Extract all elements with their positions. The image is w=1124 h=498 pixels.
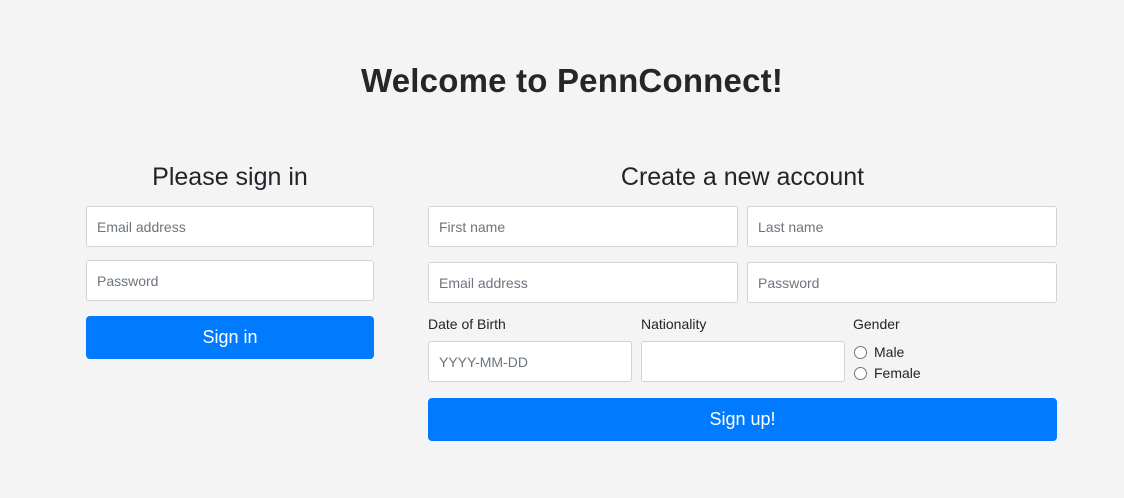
- female-radio[interactable]: [854, 366, 867, 380]
- gender-option-female[interactable]: Female: [854, 365, 921, 381]
- dob-label: Date of Birth: [428, 316, 506, 332]
- signin-heading: Please sign in: [152, 163, 308, 191]
- gender-label: Gender: [853, 316, 900, 332]
- signin-email-input[interactable]: [86, 206, 374, 247]
- signup-password-input[interactable]: [747, 262, 1057, 303]
- page-title: Welcome to PennConnect!: [360, 62, 784, 99]
- signin-password-input[interactable]: [86, 260, 374, 301]
- first-name-input[interactable]: [428, 206, 738, 247]
- page: Welcome to PennConnect! Please sign in S…: [0, 0, 1124, 498]
- last-name-input[interactable]: [747, 206, 1057, 247]
- signin-button[interactable]: Sign in: [86, 316, 374, 359]
- dob-input[interactable]: [428, 341, 632, 382]
- female-radio-label: Female: [874, 365, 921, 381]
- signup-heading: Create a new account: [620, 163, 865, 191]
- signup-button[interactable]: Sign up!: [428, 398, 1057, 441]
- nationality-label: Nationality: [641, 316, 707, 332]
- nationality-input[interactable]: [641, 341, 845, 382]
- male-radio[interactable]: [854, 345, 867, 359]
- male-radio-label: Male: [874, 344, 905, 360]
- signup-email-input[interactable]: [428, 262, 738, 303]
- gender-option-male[interactable]: Male: [854, 344, 904, 360]
